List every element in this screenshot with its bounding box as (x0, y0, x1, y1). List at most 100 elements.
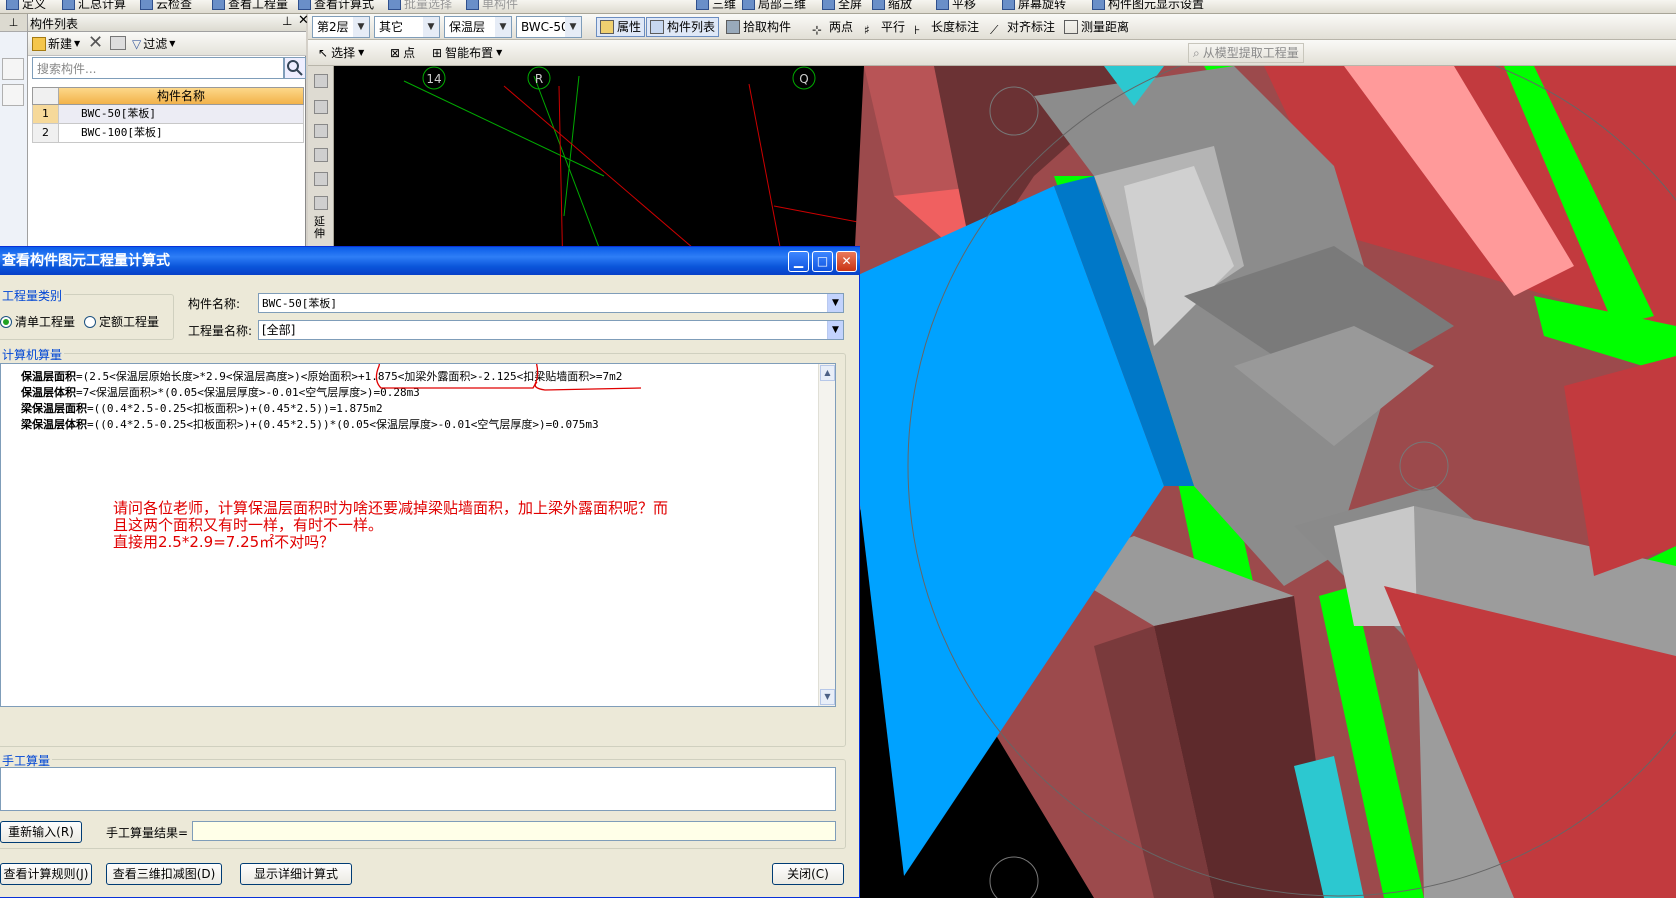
smart-layout-icon: ⊞ (432, 46, 443, 60)
close-button[interactable]: 关闭(C) (772, 863, 844, 885)
toolbar-item-define[interactable]: 定义 (6, 0, 46, 12)
two-point-icon: ⊹ (812, 23, 823, 37)
search-icon: ⌕ (1193, 46, 1200, 60)
smart-layout-button[interactable]: ⊞ 智能布置 ▼ (432, 43, 502, 63)
dock-tab[interactable] (2, 84, 24, 106)
attribute-button[interactable]: 属性 (596, 17, 646, 37)
vertical-scrollbar[interactable]: ▲ ▼ (818, 364, 835, 706)
toolbar-item-single[interactable]: 单构件 (466, 0, 518, 12)
define-icon (6, 0, 19, 10)
red-annotation-circle (375, 364, 642, 391)
minimize-icon[interactable]: ▁ (788, 251, 809, 272)
view-rules-button[interactable]: 查看计算规则(J) (0, 863, 92, 885)
radio-quota-qty[interactable]: 定额工程量 (84, 313, 159, 330)
point-icon: ⊠ (390, 46, 401, 60)
manual-qty-textarea[interactable] (0, 767, 836, 811)
search-icon[interactable] (284, 57, 306, 79)
filter-button[interactable]: ▽ 过滤 ▼ (132, 35, 175, 52)
rotate-icon[interactable] (314, 172, 328, 186)
toolbar-item-3d[interactable]: 三维 (696, 0, 736, 12)
question-line: 请问各位老师，计算保温层面积时为啥还要减掉梁贴墙面积，加上梁外露面积呢？而 (113, 499, 669, 517)
component-search-input[interactable]: 搜索构件... (32, 57, 284, 79)
dock-tab[interactable] (2, 58, 24, 80)
dropdown-arrow-icon: ▼ (74, 39, 81, 48)
align-dim-button[interactable]: ⟋ 对齐标注 (990, 17, 1055, 37)
scroll-up-icon[interactable]: ▲ (820, 365, 835, 381)
toolbar-item-batch-select[interactable]: 批量选择 (388, 0, 452, 12)
dialog-titlebar: 查看构件图元工程量计算式 ▁ □ ✕ (0, 247, 860, 275)
brush-icon[interactable] (314, 74, 328, 88)
pin-icon[interactable]: ⊥ (282, 14, 292, 28)
component-list-toolbar: 新建 ▼ ✕ ▽ 过滤 ▼ (28, 32, 306, 56)
cloud-check-icon (140, 0, 153, 10)
radio-list-qty[interactable]: 清单工程量 (0, 313, 75, 330)
point-button[interactable]: ⊠ 点 (390, 43, 415, 63)
toolbar-item-display-settings[interactable]: 构件图元显示设置 (1092, 0, 1204, 12)
chevron-down-icon: ▼ (827, 321, 843, 339)
copy-icon[interactable] (314, 100, 328, 114)
radio-unchecked-icon (84, 315, 96, 328)
scroll-down-icon[interactable]: ▼ (820, 689, 835, 705)
pan-icon (936, 0, 949, 10)
table-row[interactable]: 2 BWC-100[苯板] (32, 124, 304, 143)
toolbar-item-rotate[interactable]: 屏幕旋转 (1002, 0, 1066, 12)
component-list-button[interactable]: 构件列表 (646, 17, 720, 37)
sigma-icon (62, 0, 75, 10)
mirror-icon[interactable] (314, 124, 328, 138)
pick-icon (726, 20, 740, 34)
length-dim-icon: ⊦ (914, 23, 921, 37)
list-icon (650, 20, 664, 34)
delete-icon[interactable]: ✕ (88, 32, 103, 53)
view-3d-deduction-button[interactable]: 查看三维扣减图(D) (106, 863, 222, 885)
toolbar-item-pan[interactable]: 平移 (936, 0, 976, 12)
filter-icon: ▽ (132, 36, 142, 51)
component-list-title: 构件列表 (30, 17, 79, 31)
computer-qty-legend: 计算机算量 (0, 346, 65, 363)
formula-icon (298, 0, 311, 10)
dropdown-arrow-icon: ▼ (358, 48, 365, 57)
manual-result-input[interactable] (192, 821, 836, 841)
qty-type-legend: 工程量类别 (0, 287, 65, 304)
toolbar-item-local-3d[interactable]: 局部三维 (742, 0, 806, 12)
extract-qty-button[interactable]: ⌕ 从模型提取工程量 (1188, 43, 1304, 63)
toolbar-item-cloud-check[interactable]: 云检查 (140, 0, 192, 12)
pick-component-button[interactable]: 拾取构件 (726, 17, 791, 37)
new-button[interactable]: 新建 ▼ (32, 35, 80, 52)
component-select[interactable]: BWC-50[苯 (516, 16, 582, 38)
close-icon[interactable]: ✕ (836, 251, 857, 272)
measure-distance-button[interactable]: 测量距离 (1064, 17, 1129, 37)
toolbar-item-summary[interactable]: 汇总计算 (62, 0, 126, 12)
toolbar-item-view-qty[interactable]: 查看工程量 (212, 0, 288, 12)
pin-icon[interactable]: ⊥ (0, 14, 27, 32)
maximize-icon[interactable]: □ (812, 251, 833, 272)
toolbar-item-fullscreen[interactable]: 全屏 (822, 0, 862, 12)
toolbar-item-view-formula[interactable]: 查看计算式 (298, 0, 374, 12)
single-icon (466, 0, 479, 10)
table-row[interactable]: 1 BWC-50[苯板] (32, 105, 304, 124)
copy-icon[interactable] (110, 36, 126, 50)
qty-name-label: 工程量名称: (188, 324, 253, 338)
parallel-button[interactable]: ♯ 平行 (864, 17, 905, 37)
top-toolbar: 定义 汇总计算 云检查 查看工程量 查看计算式 批量选择 单构件 三维 局部三维… (0, 0, 1676, 14)
attribute-icon (600, 20, 614, 34)
type-select[interactable]: 保温层 (444, 16, 512, 38)
floor-select[interactable]: 第2层 (312, 16, 370, 38)
extend-icon[interactable] (314, 196, 328, 210)
question-line: 直接用2.5*2.9=7.25㎡不对吗？ (113, 533, 335, 551)
qty-name-select[interactable]: [全部] ▼ (258, 320, 844, 340)
move-icon[interactable] (314, 148, 328, 162)
formula-textarea[interactable]: 保温层面积=(2.5<保温层原始长度>*2.9<保温层高度>)<原始面积>+1.… (0, 363, 836, 707)
dropdown-arrow-icon: ▼ (169, 39, 176, 48)
length-dim-button[interactable]: ⊦ 长度标注 (914, 17, 979, 37)
two-point-button[interactable]: ⊹ 两点 (812, 17, 853, 37)
show-detail-formula-button[interactable]: 显示详细计算式 (240, 863, 352, 885)
category-select[interactable]: 其它 (374, 16, 440, 38)
comp-name-select[interactable]: BWC-50[苯板] ▼ (258, 293, 844, 313)
select-button[interactable]: ↖ 选择 ▼ (318, 43, 364, 63)
formula-dialog: 查看构件图元工程量计算式 ▁ □ ✕ 工程量类别 清单工程量 定额工程量 构件名… (0, 246, 860, 898)
reinput-button[interactable]: 重新输入(R) (0, 821, 82, 843)
rotate-icon (1002, 0, 1015, 10)
new-icon (32, 36, 46, 51)
column-header-name[interactable]: 构件名称 (59, 88, 303, 104)
toolbar-item-zoom[interactable]: 缩放 (872, 0, 912, 12)
